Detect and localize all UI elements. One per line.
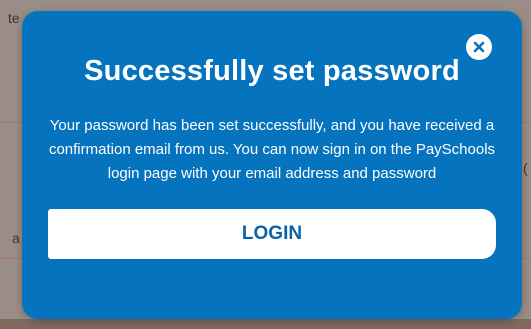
modal-message: Your password has been set successfully,… bbox=[48, 117, 496, 182]
close-icon bbox=[473, 41, 485, 53]
background-text-fragment: te bbox=[8, 10, 20, 26]
login-button[interactable]: LOGIN bbox=[48, 209, 496, 259]
background-text-fragment: ( bbox=[523, 160, 528, 176]
success-modal: Successfully set password Your password … bbox=[22, 11, 522, 319]
modal-title: Successfully set password bbox=[84, 55, 460, 87]
background-bottom-bar bbox=[0, 319, 531, 329]
background-text-fragment: a bbox=[12, 230, 20, 246]
